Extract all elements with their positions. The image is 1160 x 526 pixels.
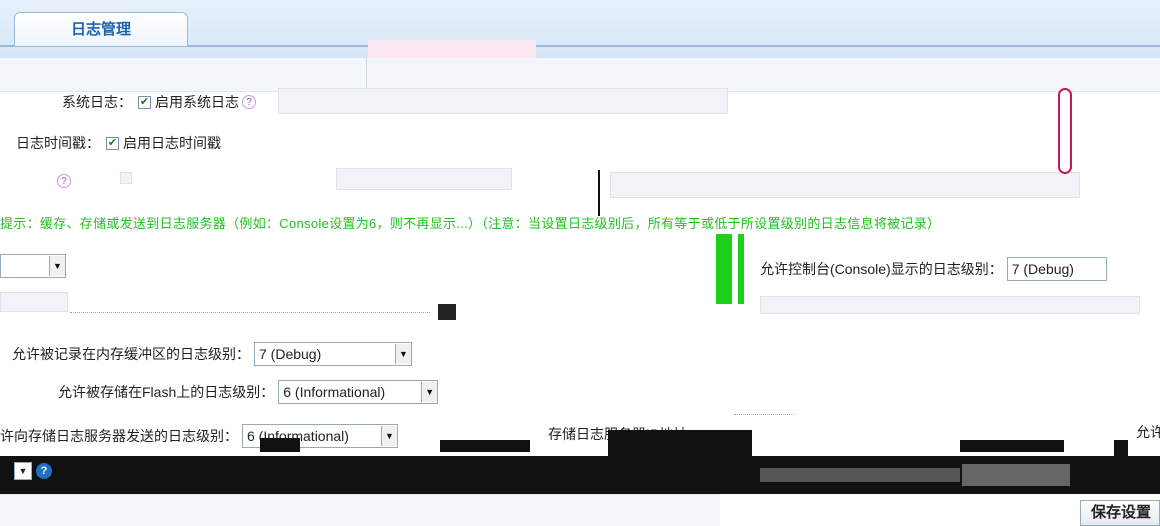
field-artifact: [336, 168, 512, 190]
console-level-select[interactable]: 7 (Debug): [1006, 257, 1107, 281]
syslog-label: 系统日志：: [62, 94, 132, 110]
flash-level-label: 允许被存储在Flash上的日志级别：: [58, 384, 275, 400]
divider: [598, 170, 600, 216]
tab-highlight-strip: [368, 40, 536, 58]
buffer-level-label: 允许被记录在内存缓冲区的日志级别：: [12, 346, 250, 362]
syslog-checkbox[interactable]: ✔: [138, 95, 151, 109]
scrollbar[interactable]: [1058, 88, 1072, 174]
toolbar: [0, 58, 1160, 92]
render-artifact: [1114, 440, 1128, 456]
truncated-label: 允许: [1136, 422, 1160, 442]
telnet-row-artifact: [760, 296, 1140, 314]
truncated-label-text: 允许: [1136, 424, 1160, 440]
divider: [70, 312, 430, 313]
render-artifact: [960, 440, 1064, 452]
timestamp-row: 日志时间戳： ✔ 启用日志时间戳: [16, 133, 221, 153]
timestamp-option-label: 启用日志时间戳: [123, 135, 221, 151]
server-level-label: 许向存储日志服务器发送的日志级别：: [0, 428, 238, 444]
checkbox-artifact: [120, 172, 132, 184]
hint-row: ?: [54, 174, 71, 188]
syslog-option-label: 启用系统日志: [155, 94, 239, 110]
bottom-controls: ▼ ?: [14, 462, 52, 480]
select-artifact: [0, 292, 68, 312]
chevron-down-icon[interactable]: ▼: [14, 462, 32, 480]
field-artifact: [962, 464, 1070, 486]
footer-bar: [0, 494, 720, 526]
flash-level-select[interactable]: 6 (Informational) ▼: [278, 380, 439, 404]
render-artifact: [260, 438, 300, 452]
console-level-value: 7 (Debug): [1011, 261, 1074, 277]
highlight-bar: [716, 234, 732, 304]
timestamp-checkbox[interactable]: ✔: [106, 136, 119, 150]
toolbar-divider: [366, 58, 367, 92]
syslog-row: 系统日志： ✔ 启用系统日志 ?: [62, 92, 256, 112]
buffer-level-select[interactable]: 7 (Debug) ▼: [254, 342, 412, 366]
console-level-label: 允许控制台(Console)显示的日志级别：: [760, 261, 1003, 277]
highlight-bar: [738, 234, 744, 304]
left-select-stub[interactable]: ▼: [0, 254, 66, 278]
info-icon[interactable]: ?: [57, 174, 71, 188]
flash-level-value: 6 (Informational): [283, 384, 386, 400]
buffer-level-row: 允许被记录在内存缓冲区的日志级别： 7 (Debug) ▼: [12, 342, 412, 366]
tab-log-management[interactable]: 日志管理: [14, 12, 188, 46]
render-artifact: [440, 440, 530, 452]
chevron-down-icon[interactable]: ▼: [49, 256, 65, 276]
level-notice: 提示：缓存、存储或发送到日志服务器（例如：Console设置为6，则不再显示..…: [0, 216, 941, 231]
timestamp-label: 日志时间戳：: [16, 135, 100, 151]
help-icon[interactable]: ?: [36, 463, 52, 479]
buffer-level-value: 7 (Debug): [259, 346, 322, 362]
chevron-down-icon[interactable]: ▼: [381, 426, 397, 446]
console-level-row: 允许控制台(Console)显示的日志级别： 7 (Debug): [760, 257, 1107, 281]
syslog-field-artifact: [278, 88, 728, 114]
chevron-down-icon[interactable]: ▼: [421, 382, 438, 402]
server-level-row: 许向存储日志服务器发送的日志级别： 6 (Informational) ▼: [0, 424, 398, 448]
label-artifact: [760, 468, 960, 482]
field-artifact: [610, 172, 1080, 198]
chevron-down-icon[interactable]: ▼: [395, 344, 411, 364]
save-button[interactable]: 保存设置: [1080, 500, 1160, 526]
info-icon[interactable]: ?: [242, 95, 256, 109]
divider: [734, 414, 794, 415]
flash-level-row: 允许被存储在Flash上的日志级别： 6 (Informational) ▼: [58, 380, 439, 404]
arrow-artifact: [438, 304, 456, 320]
